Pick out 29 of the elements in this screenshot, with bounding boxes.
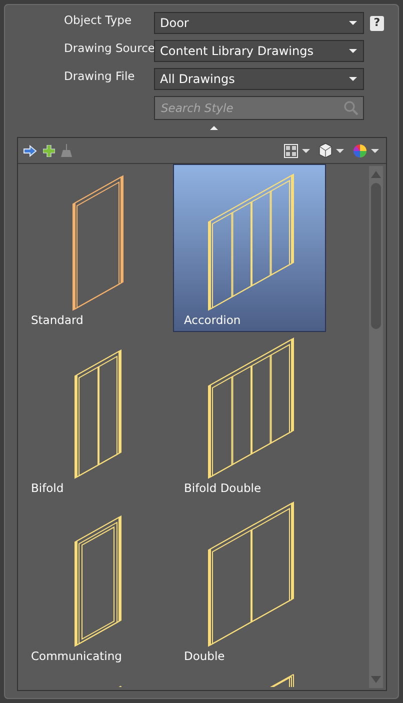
arrow-icon[interactable]	[23, 144, 37, 156]
search-icon	[343, 100, 359, 116]
field-label: Drawing Source	[64, 40, 154, 55]
color-wheel-icon[interactable]	[353, 144, 367, 158]
style-name: Communicating	[31, 649, 122, 663]
search-field[interactable]: Search Style	[154, 96, 364, 120]
style-tile[interactable]: Bifold Double	[173, 332, 326, 500]
grid-view-icon[interactable]	[284, 144, 298, 158]
cube-icon[interactable]	[319, 143, 332, 158]
help-button[interactable]: ?	[370, 16, 384, 31]
field-label: Object Type	[64, 12, 133, 27]
style-name: Bifold Double	[184, 481, 262, 495]
add-icon[interactable]	[43, 144, 55, 156]
search-input[interactable]: Search Style	[161, 101, 343, 115]
style-name: Bifold	[31, 481, 64, 495]
scrollbar[interactable]	[369, 166, 383, 688]
style-tile[interactable]: Double	[173, 500, 326, 668]
dropdown[interactable]: Content Library Drawings	[154, 40, 364, 62]
style-tile[interactable]: Communicating	[20, 500, 173, 668]
style-name: Double	[184, 649, 225, 663]
field-label: Drawing File	[64, 68, 136, 83]
style-tile[interactable]: Accordion	[173, 164, 326, 332]
style-name: Accordion	[184, 313, 241, 327]
style-name: Standard	[31, 313, 84, 327]
style-tile[interactable]: Standard	[20, 164, 173, 332]
style-tile[interactable]: Bifold	[20, 332, 173, 500]
dropdown[interactable]: All Drawings	[154, 68, 364, 90]
collapse-icon[interactable]	[210, 126, 218, 130]
dropdown[interactable]: Door	[154, 12, 364, 34]
